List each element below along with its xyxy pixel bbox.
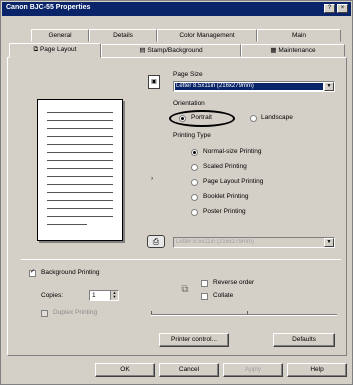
normal-size-printing-label: Normal-size Printing [203,148,262,155]
booklet-printing-label: Booklet Printing [203,193,249,200]
printer-control-button[interactable]: Printer control... [159,333,229,347]
apply-button[interactable]: Apply [223,363,283,377]
landscape-radio[interactable] [250,115,257,122]
properties-dialog: Canon BJC-55 Properties ? × General Deta… [0,0,353,385]
slider-tick [247,311,248,314]
duplex-printing-label: Duplex Printing [53,309,98,316]
orientation-arrow-icon: › [151,175,154,182]
orientation-label: Orientation [173,100,205,107]
tab-page-layout[interactable]: ⧉ Page Layout [9,43,101,58]
duplex-printing-checkbox[interactable] [41,310,48,317]
scaled-printing-label: Scaled Printing [203,163,247,170]
tab-main[interactable]: Main [257,29,341,42]
poster-printing-label: Poster Printing [203,208,246,215]
help-title-button[interactable]: ? [324,4,335,13]
page-size-label: Page Size [173,71,203,78]
poster-printing-radio[interactable] [191,209,198,216]
landscape-label: Landscape [261,114,293,121]
output-paper-select[interactable]: Letter 8.5x11in (216x279mm) ▼ [173,237,335,248]
copies-spinner[interactable]: 1 ▲ ▼ [89,290,119,301]
spinner-arrows-icon[interactable]: ▲ ▼ [110,291,118,300]
chevron-down-icon[interactable]: ▼ [324,82,334,91]
cancel-button[interactable]: Cancel [159,363,219,377]
collate-checkbox[interactable] [201,293,208,300]
page-size-select[interactable]: Letter 8.5x11in (216x279mm) ▼ [173,81,335,92]
reverse-order-label: Reverse order [213,279,255,286]
page-size-icon: ▣ [148,75,160,89]
defaults-button[interactable]: Defaults [273,333,335,347]
title-bar[interactable]: Canon BJC-55 Properties ? × [2,2,351,16]
options-slider-track[interactable] [151,314,337,316]
printer-icon: ⎙ [147,235,165,248]
highlight-ellipse [169,110,235,127]
tab-details[interactable]: Details [89,29,157,42]
tab-maintenance-label: Maintenance [278,47,316,54]
close-title-button[interactable]: × [337,4,348,13]
collate-label: Collate [213,292,234,299]
tab-page-layout-label: Page Layout [39,46,77,53]
tab-general[interactable]: General [31,29,89,42]
ok-button[interactable]: OK [95,363,155,377]
reverse-order-checkbox[interactable] [201,280,208,287]
tab-color-management[interactable]: Color Management [157,29,257,42]
tab-stamp-background[interactable]: ▤ Stamp/Background [101,44,241,57]
copies-value: 1 [92,292,96,299]
page-preview [37,99,123,241]
copies-label: Copies: [41,292,64,299]
booklet-printing-radio[interactable] [191,194,198,201]
window-title: Canon BJC-55 Properties [6,4,91,11]
background-printing-label: Background Printing [41,269,100,276]
section-divider [21,259,341,260]
output-paper-value: Letter 8.5x11in (216x279mm) [176,239,254,245]
tab-maintenance[interactable]: ▦ Maintenance [241,44,345,57]
scaled-printing-radio[interactable] [191,164,198,171]
slider-tick [151,311,152,314]
help-button[interactable]: Help [287,363,347,377]
page-layout-printing-label: Page Layout Printing [203,178,264,185]
background-printing-checkbox[interactable] [29,270,36,277]
printing-type-label: Printing Type [173,132,211,139]
normal-size-printing-radio[interactable] [191,149,198,156]
tab-stamp-background-label: Stamp/Background [147,47,203,54]
page-size-value: Letter 8.5x11in (216x279mm) [175,83,323,90]
page-layout-printing-radio[interactable] [191,179,198,186]
collate-icon: ⧉ [181,284,189,295]
chevron-down-icon[interactable]: ▼ [324,238,334,247]
